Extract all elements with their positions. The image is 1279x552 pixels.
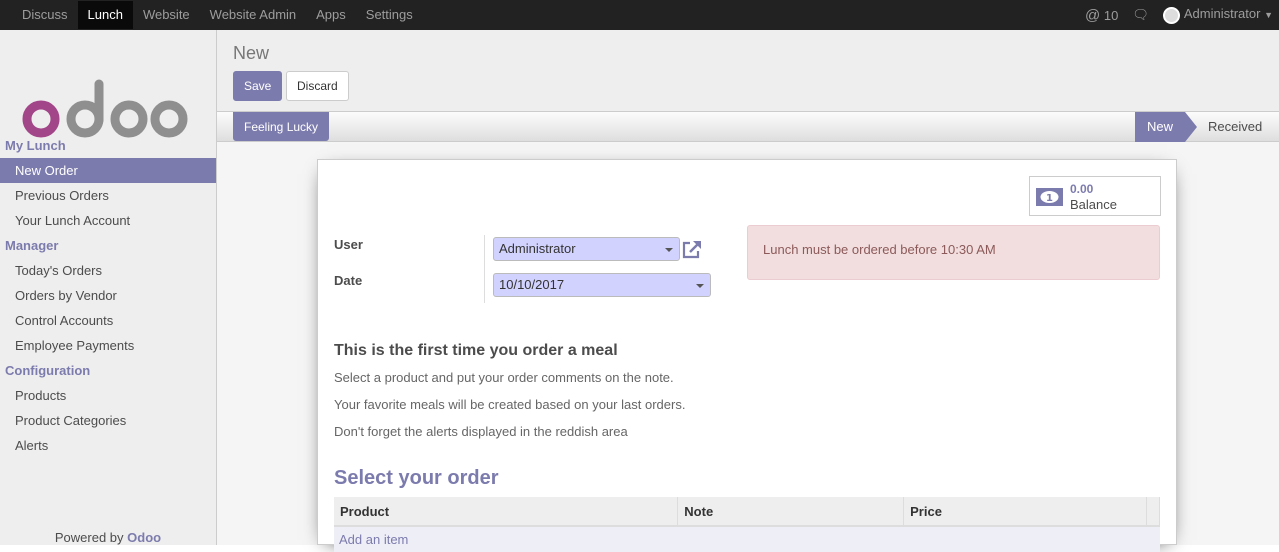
save-button[interactable]: Save (233, 71, 283, 101)
sidebar-item-control-accounts[interactable]: Control Accounts (0, 308, 216, 333)
stage-received[interactable]: Received (1208, 112, 1262, 142)
field-divider (484, 235, 485, 303)
user-menu[interactable]: Administrator ▼ (1162, 6, 1273, 24)
status-bar (217, 112, 1279, 142)
sidebar-item-products[interactable]: Products (0, 383, 216, 408)
column-product[interactable]: Product (334, 497, 679, 527)
discard-button[interactable]: Discard (286, 71, 349, 101)
caret-down-icon: ▼ (1264, 10, 1273, 21)
menu-website-admin[interactable]: Website Admin (200, 1, 306, 29)
stage-arrow (1185, 112, 1197, 142)
date-select[interactable]: 10/10/2017 (493, 273, 711, 297)
top-navbar: Discuss Lunch Website Website Admin Apps… (0, 0, 1279, 30)
add-item-link[interactable]: Add an item (334, 526, 1160, 552)
section-configuration: Configuration (5, 363, 91, 378)
menu-apps[interactable]: Apps (306, 1, 356, 29)
caret-down-icon (696, 284, 704, 288)
sidebar-item-product-categories[interactable]: Product Categories (0, 408, 216, 433)
column-note[interactable]: Note (677, 497, 905, 527)
feeling-lucky-button[interactable]: Feeling Lucky (233, 112, 330, 141)
section-my-lunch: My Lunch (5, 138, 66, 153)
sidebar-item-orders-by-vendor[interactable]: Orders by Vendor (0, 283, 216, 308)
control-panel: New Save Discard (217, 30, 1279, 112)
sidebar-item-todays-orders[interactable]: Today's Orders (0, 258, 216, 283)
column-actions (1146, 497, 1160, 527)
user-label: User (334, 237, 363, 252)
order-section-title: Select your order (334, 467, 499, 489)
date-label: Date (334, 273, 363, 288)
page-title: New (233, 43, 270, 63)
menu-discuss[interactable]: Discuss (12, 1, 78, 29)
sidebar: My Lunch New Order Previous Orders Your … (0, 30, 217, 545)
sidebar-item-employee-payments[interactable]: Employee Payments (0, 333, 216, 358)
money-icon: 1 (1036, 188, 1063, 206)
powered-by: Powered by Odoo (54, 530, 162, 545)
user-select[interactable]: Administrator (493, 237, 680, 261)
balance-label: Balance (1070, 197, 1117, 212)
intro-line: Select a product and put your order comm… (334, 370, 674, 385)
intro-title: This is the first time you order a meal (334, 342, 618, 359)
section-manager: Manager (5, 238, 59, 253)
sidebar-item-lunch-account[interactable]: Your Lunch Account (0, 208, 216, 233)
odoo-link[interactable]: Odoo (127, 530, 161, 545)
chat-icon[interactable]: 🗨 (1132, 7, 1149, 23)
menu-website[interactable]: Website (133, 1, 200, 29)
caret-down-icon (665, 248, 673, 252)
intro-line: Don't forget the alerts displayed in the… (334, 424, 628, 439)
avatar (1162, 6, 1180, 24)
menu-settings[interactable]: Settings (356, 1, 423, 29)
balance-button[interactable]: 1 0.00 Balance (1029, 176, 1161, 216)
stage-new[interactable]: New (1135, 112, 1185, 142)
external-link-icon[interactable] (682, 240, 702, 259)
at-icon: @ (1085, 6, 1101, 24)
odoo-logo (22, 79, 188, 138)
alert-message: Lunch must be ordered before 10:30 AM (747, 225, 1160, 280)
column-price[interactable]: Price (903, 497, 1147, 527)
intro-line: Your favorite meals will be created base… (334, 397, 686, 412)
sidebar-item-previous-orders[interactable]: Previous Orders (0, 183, 216, 208)
svg-text:1: 1 (1046, 193, 1053, 204)
sidebar-item-new-order[interactable]: New Order (0, 158, 216, 183)
order-lines-table: Product Note Price Add an item (334, 497, 1160, 552)
balance-value: 0.00 (1070, 182, 1094, 196)
mentions-button[interactable]: @ 10 (1085, 7, 1118, 24)
menu-lunch[interactable]: Lunch (77, 1, 133, 29)
sidebar-item-alerts[interactable]: Alerts (0, 433, 216, 458)
